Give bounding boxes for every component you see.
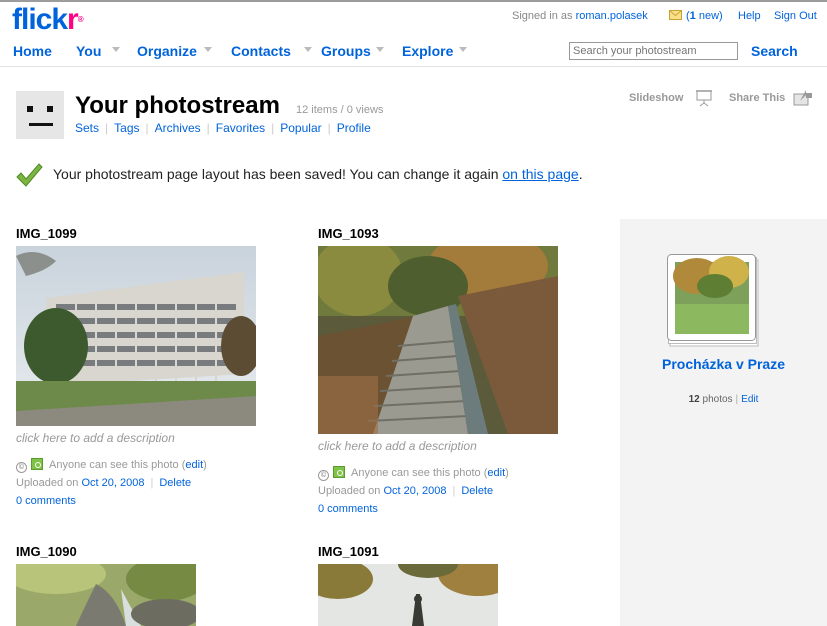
help-link[interactable]: Help [738, 10, 761, 22]
set-title-link[interactable]: Procházka v Praze [620, 355, 827, 373]
copyright-icon: © [16, 462, 27, 473]
share-button[interactable]: Share This [729, 92, 785, 104]
set-thumbnail[interactable] [667, 254, 759, 348]
new-mail-link[interactable]: (1 new) [686, 10, 723, 22]
add-description[interactable]: click here to add a description [318, 439, 477, 453]
delete-link[interactable]: Delete [159, 477, 191, 489]
public-icon [31, 458, 43, 470]
flickr-logo[interactable]: flickr® [12, 3, 84, 37]
nav-you[interactable]: You [76, 43, 120, 59]
subnav-popular[interactable]: Popular [280, 121, 321, 135]
subnav-sets[interactable]: Sets [75, 121, 99, 135]
photo-thumbnail[interactable] [318, 246, 558, 434]
nav-groups[interactable]: Groups [321, 43, 384, 59]
chevron-down-icon[interactable] [376, 47, 384, 52]
subnav-archives[interactable]: Archives [155, 121, 201, 135]
photostream-subnav: Sets | Tags | Archives | Favorites | Popular | Pro… [75, 121, 371, 135]
search-input[interactable] [569, 42, 738, 60]
on-this-page-link[interactable]: on this page [502, 166, 578, 182]
chevron-down-icon[interactable] [204, 47, 212, 52]
username-link[interactable]: roman.polasek [576, 10, 648, 22]
top-border [0, 0, 827, 2]
comments-link[interactable]: 0 comments [318, 503, 378, 515]
upload-info: Uploaded on Oct 20, 2008 | Delete [16, 477, 192, 489]
privacy-info: © Anyone can see this photo (edit) [16, 458, 207, 473]
slideshow-icon[interactable] [695, 89, 713, 107]
avatar-eye [27, 106, 33, 112]
page-title: Your photostream [75, 92, 280, 119]
photo-thumbnail[interactable] [16, 246, 256, 426]
set-meta: 12 photos | Edit [688, 394, 759, 405]
photo-title[interactable]: IMG_1093 [318, 226, 379, 241]
avatar[interactable] [16, 91, 64, 139]
subnav-favorites[interactable]: Favorites [216, 121, 265, 135]
layout-saved-message: Your photostream page layout has been sa… [53, 166, 583, 182]
privacy-edit-link[interactable]: edit [185, 459, 203, 471]
mail-icon[interactable] [669, 10, 682, 20]
avatar-eye [47, 106, 53, 112]
upload-date-link[interactable]: Oct 20, 2008 [383, 485, 446, 497]
share-icon[interactable] [793, 89, 813, 107]
checkmark-icon [16, 163, 43, 187]
photostream-counts: 12 items / 0 views [296, 104, 384, 116]
subnav-profile[interactable]: Profile [337, 121, 371, 135]
add-description[interactable]: click here to add a description [16, 431, 175, 445]
comments-link[interactable]: 0 comments [16, 495, 76, 507]
photo-title[interactable]: IMG_1091 [318, 544, 379, 559]
signed-in-info: Signed in as roman.polasek [512, 10, 648, 22]
upload-info: Uploaded on Oct 20, 2008 | Delete [318, 485, 494, 497]
slideshow-button[interactable]: Slideshow [629, 92, 683, 104]
search-button[interactable]: Search [751, 43, 798, 59]
photo-title[interactable]: IMG_1090 [16, 544, 77, 559]
chevron-down-icon[interactable] [304, 47, 312, 52]
photo-title[interactable]: IMG_1099 [16, 226, 77, 241]
photo-thumbnail[interactable] [318, 564, 498, 626]
sign-out-link[interactable]: Sign Out [774, 10, 817, 22]
set-edit-link[interactable]: Edit [741, 394, 758, 405]
avatar-mouth [29, 123, 53, 126]
delete-link[interactable]: Delete [461, 485, 493, 497]
nav-organize[interactable]: Organize [137, 43, 212, 59]
photo-thumbnail[interactable] [16, 564, 196, 626]
nav-contacts[interactable]: Contacts [231, 43, 312, 59]
nav-explore[interactable]: Explore [402, 43, 467, 59]
copyright-icon: © [318, 470, 329, 481]
upload-date-link[interactable]: Oct 20, 2008 [81, 477, 144, 489]
chevron-down-icon[interactable] [459, 47, 467, 52]
public-icon [333, 466, 345, 478]
privacy-info: © Anyone can see this photo (edit) [318, 466, 509, 481]
signed-in-label: Signed in as [512, 10, 573, 22]
header-divider [0, 66, 827, 67]
chevron-down-icon[interactable] [112, 47, 120, 52]
nav-home[interactable]: Home [13, 43, 52, 59]
privacy-edit-link[interactable]: edit [487, 467, 505, 479]
subnav-tags[interactable]: Tags [114, 121, 139, 135]
